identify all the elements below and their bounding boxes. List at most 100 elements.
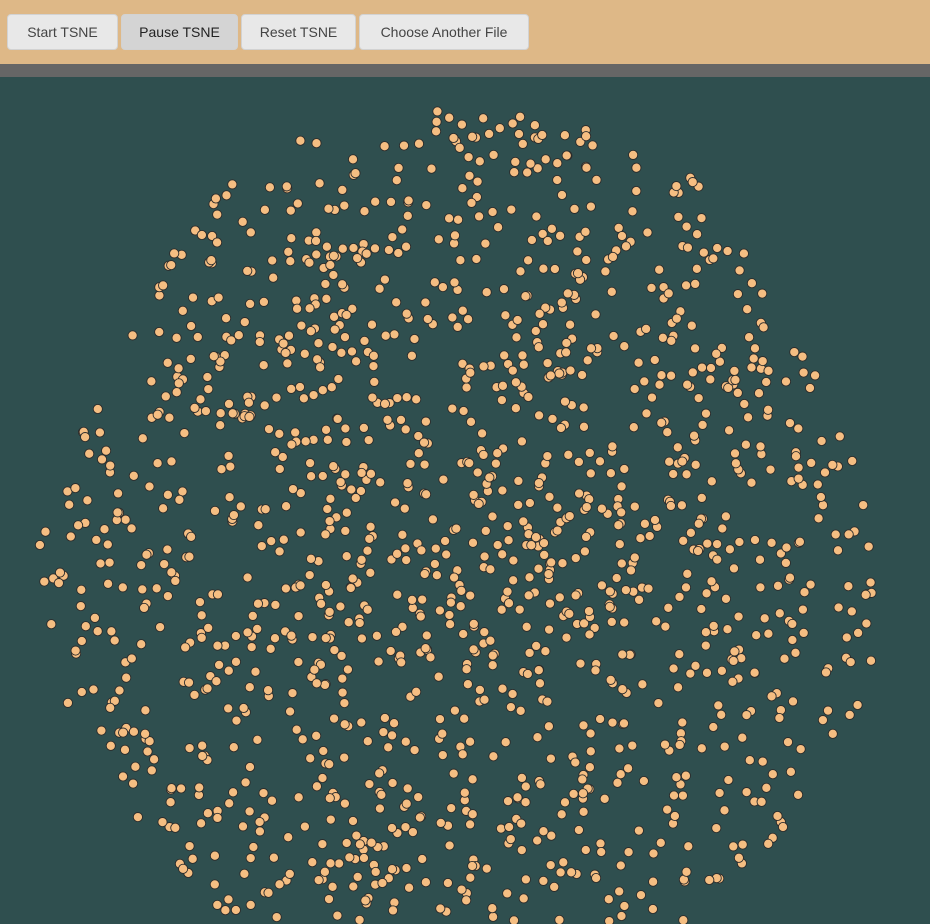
scatter-point[interactable] <box>524 497 535 509</box>
scatter-point[interactable] <box>315 362 326 373</box>
scatter-point[interactable] <box>202 371 213 383</box>
scatter-point[interactable] <box>741 710 752 721</box>
scatter-point[interactable] <box>407 827 418 838</box>
scatter-point[interactable] <box>686 320 697 331</box>
scatter-point[interactable] <box>577 369 588 381</box>
scatter-point[interactable] <box>271 912 282 923</box>
scatter-point[interactable] <box>834 431 845 442</box>
scatter-point[interactable] <box>681 866 692 877</box>
scatter-point[interactable] <box>487 511 498 522</box>
scatter-point[interactable] <box>702 538 713 549</box>
scatter-point[interactable] <box>568 788 579 799</box>
scatter-point[interactable] <box>374 768 385 779</box>
scatter-point[interactable] <box>228 742 239 753</box>
scatter-point[interactable] <box>274 463 285 475</box>
scatter-point[interactable] <box>526 234 537 246</box>
scatter-point[interactable] <box>573 824 584 836</box>
scatter-point[interactable] <box>544 491 555 502</box>
scatter-point[interactable] <box>663 602 674 613</box>
scatter-point[interactable] <box>681 280 692 291</box>
scatter-point[interactable] <box>539 549 550 560</box>
scatter-point[interactable] <box>614 886 625 897</box>
scatter-point[interactable] <box>720 593 732 604</box>
tsne-scatter-plot[interactable] <box>0 77 930 924</box>
scatter-point[interactable] <box>105 460 116 471</box>
scatter-point[interactable] <box>300 436 311 447</box>
scatter-point[interactable] <box>590 665 601 676</box>
scatter-point[interactable] <box>585 468 596 479</box>
scatter-point[interactable] <box>152 409 163 420</box>
scatter-point[interactable] <box>666 335 677 346</box>
scatter-point[interactable] <box>603 894 614 905</box>
scatter-point[interactable] <box>569 203 580 214</box>
scatter-point[interactable] <box>641 408 652 419</box>
scatter-point[interactable] <box>478 113 489 124</box>
scatter-point[interactable] <box>515 266 526 277</box>
scatter-point[interactable] <box>637 679 648 690</box>
scatter-point[interactable] <box>604 916 615 924</box>
scatter-point[interactable] <box>413 792 424 803</box>
scatter-point[interactable] <box>76 635 87 647</box>
scatter-point[interactable] <box>543 569 554 580</box>
scatter-point[interactable] <box>400 424 411 435</box>
scatter-point[interactable] <box>516 436 527 447</box>
scatter-point[interactable] <box>245 853 256 864</box>
scatter-point[interactable] <box>76 584 87 595</box>
scatter-point[interactable] <box>119 744 131 755</box>
scatter-point[interactable] <box>421 630 432 641</box>
scatter-point[interactable] <box>333 373 344 385</box>
scatter-point[interactable] <box>708 620 719 631</box>
scatter-point[interactable] <box>565 365 576 376</box>
scatter-point[interactable] <box>730 458 741 469</box>
scatter-point[interactable] <box>712 242 723 254</box>
scatter-point[interactable] <box>538 538 550 549</box>
scatter-point[interactable] <box>136 639 147 650</box>
scatter-point[interactable] <box>465 872 476 883</box>
scatter-point[interactable] <box>240 777 251 788</box>
scatter-point[interactable] <box>434 714 446 725</box>
scatter-point[interactable] <box>790 647 801 658</box>
scatter-point[interactable] <box>729 365 740 376</box>
scatter-point[interactable] <box>627 740 638 751</box>
scatter-point[interactable] <box>339 200 350 211</box>
scatter-point[interactable] <box>580 844 591 856</box>
scatter-point[interactable] <box>595 838 606 849</box>
scatter-point[interactable] <box>120 514 131 525</box>
scatter-point[interactable] <box>256 541 267 552</box>
scatter-point[interactable] <box>746 477 757 488</box>
scatter-point[interactable] <box>526 540 537 551</box>
scatter-point[interactable] <box>804 382 816 394</box>
scatter-point[interactable] <box>865 655 877 666</box>
scatter-point[interactable] <box>577 788 589 799</box>
scatter-point[interactable] <box>286 233 297 244</box>
scatter-point[interactable] <box>793 473 804 484</box>
scatter-point[interactable] <box>186 531 197 542</box>
scatter-point[interactable] <box>753 388 765 399</box>
scatter-point[interactable] <box>146 765 157 776</box>
scatter-point[interactable] <box>549 881 560 892</box>
scatter-point[interactable] <box>194 597 206 608</box>
scatter-point[interactable] <box>266 795 278 806</box>
scatter-point[interactable] <box>634 594 645 605</box>
scatter-point[interactable] <box>545 860 556 871</box>
scatter-point[interactable] <box>171 387 182 398</box>
scatter-point[interactable] <box>324 606 335 617</box>
scatter-point[interactable] <box>843 581 854 592</box>
scatter-point[interactable] <box>91 534 102 545</box>
scatter-point[interactable] <box>113 488 124 499</box>
scatter-point[interactable] <box>64 499 75 510</box>
scatter-point[interactable] <box>677 790 688 801</box>
scatter-point[interactable] <box>383 742 394 753</box>
scatter-point[interactable] <box>730 374 741 385</box>
scatter-point[interactable] <box>130 761 141 772</box>
scatter-point[interactable] <box>819 467 831 478</box>
scatter-point[interactable] <box>171 332 182 343</box>
scatter-point[interactable] <box>433 671 444 682</box>
scatter-point[interactable] <box>559 130 570 141</box>
scatter-point[interactable] <box>708 721 719 733</box>
scatter-point[interactable] <box>722 624 733 635</box>
scatter-point[interactable] <box>777 821 789 833</box>
scatter-point[interactable] <box>154 290 165 301</box>
scatter-point[interactable] <box>474 211 485 222</box>
scatter-point[interactable] <box>317 772 328 784</box>
